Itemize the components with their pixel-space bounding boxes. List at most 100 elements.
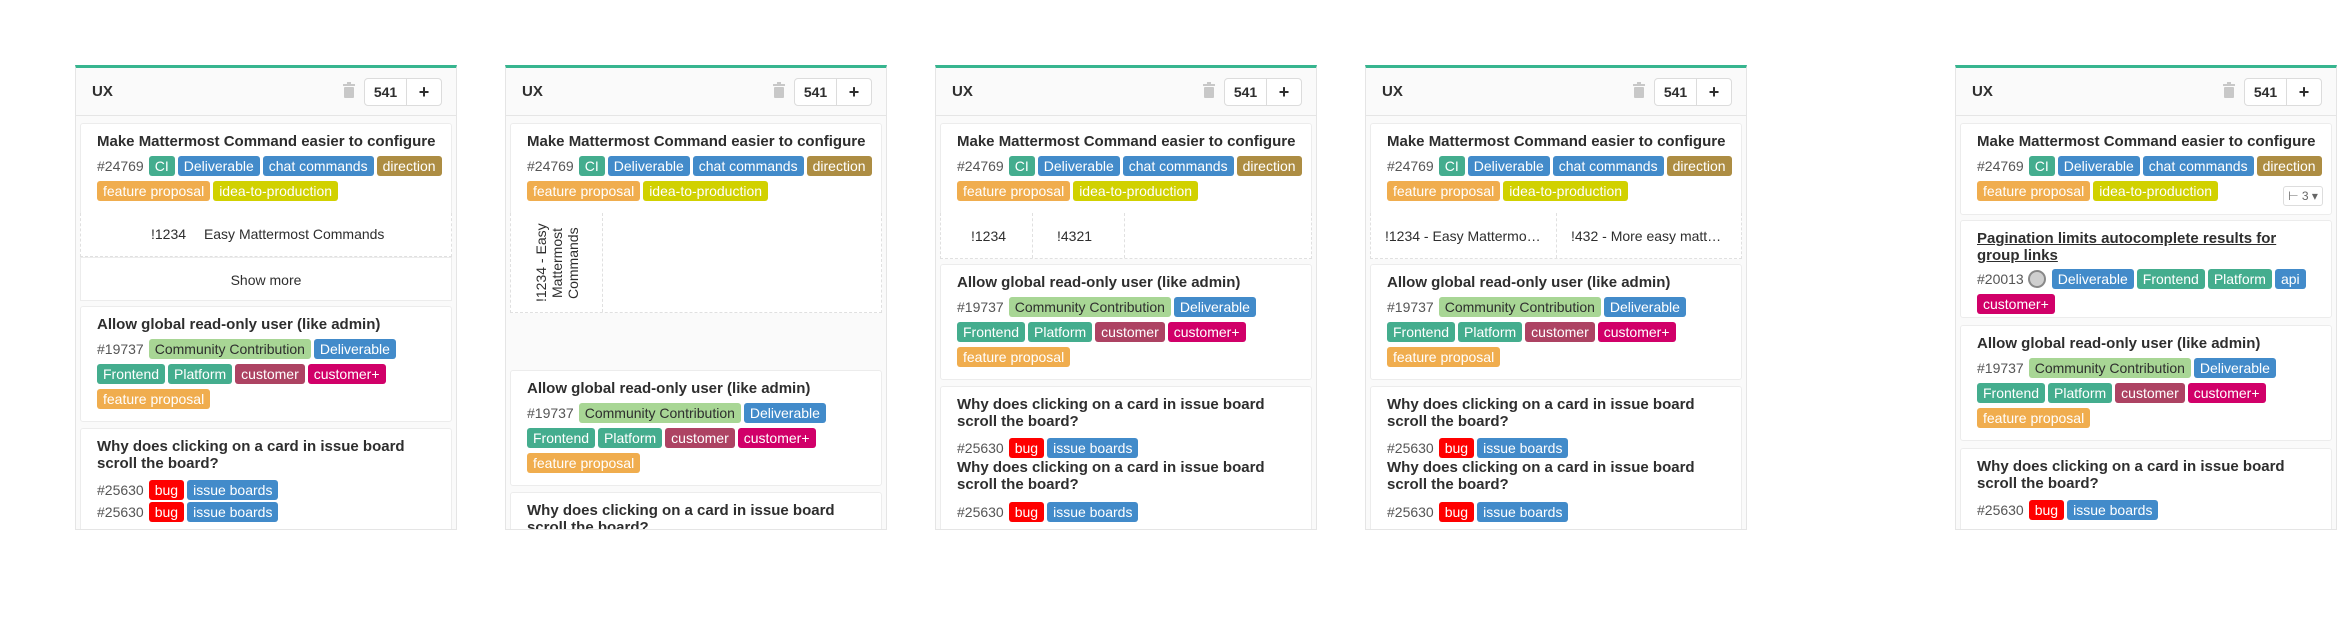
label-customer-plus[interactable]: customer+: [307, 364, 386, 384]
label-direction[interactable]: direction: [806, 156, 872, 176]
issue-card[interactable]: Allow global read-only user (like admin)…: [80, 306, 452, 422]
issue-card[interactable]: Allow global read-only user (like admin)…: [510, 370, 882, 486]
label-customer[interactable]: customer: [2115, 383, 2185, 403]
label-issue-boards[interactable]: issue boards: [1477, 502, 1569, 522]
issue-card[interactable]: Make Mattermost Command easier to config…: [1370, 123, 1742, 215]
label-bug[interactable]: bug: [1008, 438, 1045, 458]
issue-card[interactable]: Why does clicking on a card in issue boa…: [80, 428, 452, 529]
label-feature-proposal[interactable]: feature proposal: [97, 389, 211, 409]
issue-title[interactable]: Make Mattermost Command easier to config…: [1977, 133, 2317, 150]
label-customer[interactable]: customer: [235, 364, 305, 384]
issue-card[interactable]: Why does clicking on a card in issue boa…: [1960, 448, 2332, 529]
label-idea-to-production[interactable]: idea-to-production: [643, 181, 769, 201]
label-bug[interactable]: bug: [2028, 500, 2065, 520]
label-bug[interactable]: bug: [1438, 502, 1475, 522]
label-deliverable[interactable]: Deliverable: [2057, 156, 2140, 176]
label-community-contribution[interactable]: Community Contribution: [578, 403, 741, 423]
label-platform[interactable]: Platform: [168, 364, 233, 384]
trash-icon[interactable]: [1202, 82, 1216, 98]
label-feature-proposal[interactable]: feature proposal: [527, 181, 641, 201]
label-customer[interactable]: customer: [665, 428, 735, 448]
label-issue-boards[interactable]: issue boards: [2067, 500, 2159, 520]
mr-item[interactable]: !4321: [1033, 213, 1125, 258]
label-issue-boards[interactable]: issue boards: [1047, 438, 1139, 458]
label-direction[interactable]: direction: [1666, 156, 1732, 176]
issue-card[interactable]: Allow global read-only user (like admin)…: [940, 264, 1312, 380]
issue-card[interactable]: Why does clicking on a card in issue boa…: [1370, 386, 1742, 529]
issue-title[interactable]: Allow global read-only user (like admin): [527, 380, 867, 397]
label-customer-plus[interactable]: customer+: [2187, 383, 2266, 403]
trash-icon[interactable]: [772, 82, 786, 98]
label-feature-proposal[interactable]: feature proposal: [1387, 347, 1501, 367]
label-feature-proposal[interactable]: feature proposal: [1977, 181, 2091, 201]
label-customer-plus[interactable]: customer+: [1167, 322, 1246, 342]
label-feature-proposal[interactable]: feature proposal: [957, 181, 1071, 201]
issue-title[interactable]: Why does clicking on a card in issue boa…: [957, 459, 1297, 493]
issue-card[interactable]: Why does clicking on a card in issue boa…: [940, 386, 1312, 529]
label-issue-boards[interactable]: issue boards: [1047, 502, 1139, 522]
issue-title[interactable]: Why does clicking on a card in issue boa…: [1387, 396, 1727, 430]
label-idea-to-production[interactable]: idea-to-production: [2093, 181, 2219, 201]
trash-icon[interactable]: [342, 82, 356, 98]
label-platform[interactable]: Platform: [598, 428, 663, 448]
issue-card[interactable]: Make Mattermost Command easier to config…: [80, 123, 452, 215]
issue-title[interactable]: Make Mattermost Command easier to config…: [1387, 133, 1727, 150]
label-chat-commands[interactable]: chat commands: [1122, 156, 1234, 176]
label-chat-commands[interactable]: chat commands: [2142, 156, 2254, 176]
add-issue-button[interactable]: +: [407, 79, 441, 105]
label-bug[interactable]: bug: [148, 502, 185, 522]
label-platform[interactable]: Platform: [1458, 322, 1523, 342]
label-deliverable[interactable]: Deliverable: [1467, 156, 1550, 176]
mr-item[interactable]: !1234 - Easy Mattermo…: [1371, 213, 1557, 258]
label-customer[interactable]: customer: [1525, 322, 1595, 342]
label-deliverable[interactable]: Deliverable: [313, 339, 396, 359]
label-feature-proposal[interactable]: feature proposal: [957, 347, 1071, 367]
label-community-contribution[interactable]: Community Contribution: [148, 339, 311, 359]
merge-request-item[interactable]: !1234 Easy Mattermost Commands: [80, 213, 452, 257]
label-platform[interactable]: Platform: [2207, 269, 2272, 289]
add-issue-button[interactable]: +: [1697, 79, 1731, 105]
label-direction[interactable]: direction: [1236, 156, 1302, 176]
label-issue-boards[interactable]: issue boards: [187, 480, 279, 500]
label-community-contribution[interactable]: Community Contribution: [2028, 358, 2191, 378]
label-community-contribution[interactable]: Community Contribution: [1438, 297, 1601, 317]
add-issue-button[interactable]: +: [837, 79, 871, 105]
label-frontend[interactable]: Frontend: [1387, 322, 1456, 342]
label-frontend[interactable]: Frontend: [527, 428, 596, 448]
label-issue-boards[interactable]: issue boards: [1477, 438, 1569, 458]
label-feature-proposal[interactable]: feature proposal: [1387, 181, 1501, 201]
issue-card[interactable]: Make Mattermost Command easier to config…: [1960, 123, 2332, 215]
label-feature-proposal[interactable]: feature proposal: [97, 181, 211, 201]
issue-title[interactable]: Make Mattermost Command easier to config…: [527, 133, 867, 150]
trash-icon[interactable]: [2222, 82, 2236, 98]
mr-item[interactable]: !1234: [941, 213, 1033, 258]
label-direction[interactable]: direction: [2256, 156, 2322, 176]
issue-card[interactable]: Allow global read-only user (like admin)…: [1370, 264, 1742, 380]
issue-title[interactable]: Allow global read-only user (like admin): [1977, 335, 2317, 352]
label-deliverable[interactable]: Deliverable: [743, 403, 826, 423]
issue-title[interactable]: Why does clicking on a card in issue boa…: [1387, 459, 1727, 493]
label-customer-plus[interactable]: customer+: [1977, 294, 2055, 314]
label-api[interactable]: api: [2274, 269, 2306, 289]
issue-title[interactable]: Make Mattermost Command easier to config…: [957, 133, 1297, 150]
add-issue-button[interactable]: +: [2287, 79, 2321, 105]
issue-title[interactable]: Why does clicking on a card in issue boa…: [97, 438, 437, 472]
label-ci[interactable]: CI: [148, 156, 175, 176]
label-frontend[interactable]: Frontend: [957, 322, 1026, 342]
label-ci[interactable]: CI: [1008, 156, 1035, 176]
issue-title[interactable]: Allow global read-only user (like admin): [1387, 274, 1727, 291]
label-deliverable[interactable]: Deliverable: [2193, 358, 2276, 378]
mr-item[interactable]: !432 - More easy matt…: [1557, 213, 1743, 258]
label-feature-proposal[interactable]: feature proposal: [1977, 408, 2091, 428]
label-customer-plus[interactable]: customer+: [1597, 322, 1676, 342]
label-platform[interactable]: Platform: [1028, 322, 1093, 342]
label-chat-commands[interactable]: chat commands: [262, 156, 374, 176]
issue-title[interactable]: Why does clicking on a card in issue boa…: [957, 396, 1297, 430]
issue-card[interactable]: Make Mattermost Command easier to config…: [940, 123, 1312, 215]
label-deliverable[interactable]: Deliverable: [1037, 156, 1120, 176]
label-frontend[interactable]: Frontend: [2136, 269, 2205, 289]
label-chat-commands[interactable]: chat commands: [1552, 156, 1664, 176]
issue-title[interactable]: Make Mattermost Command easier to config…: [97, 133, 437, 150]
label-bug[interactable]: bug: [1438, 438, 1475, 458]
avatar[interactable]: [2027, 270, 2046, 288]
